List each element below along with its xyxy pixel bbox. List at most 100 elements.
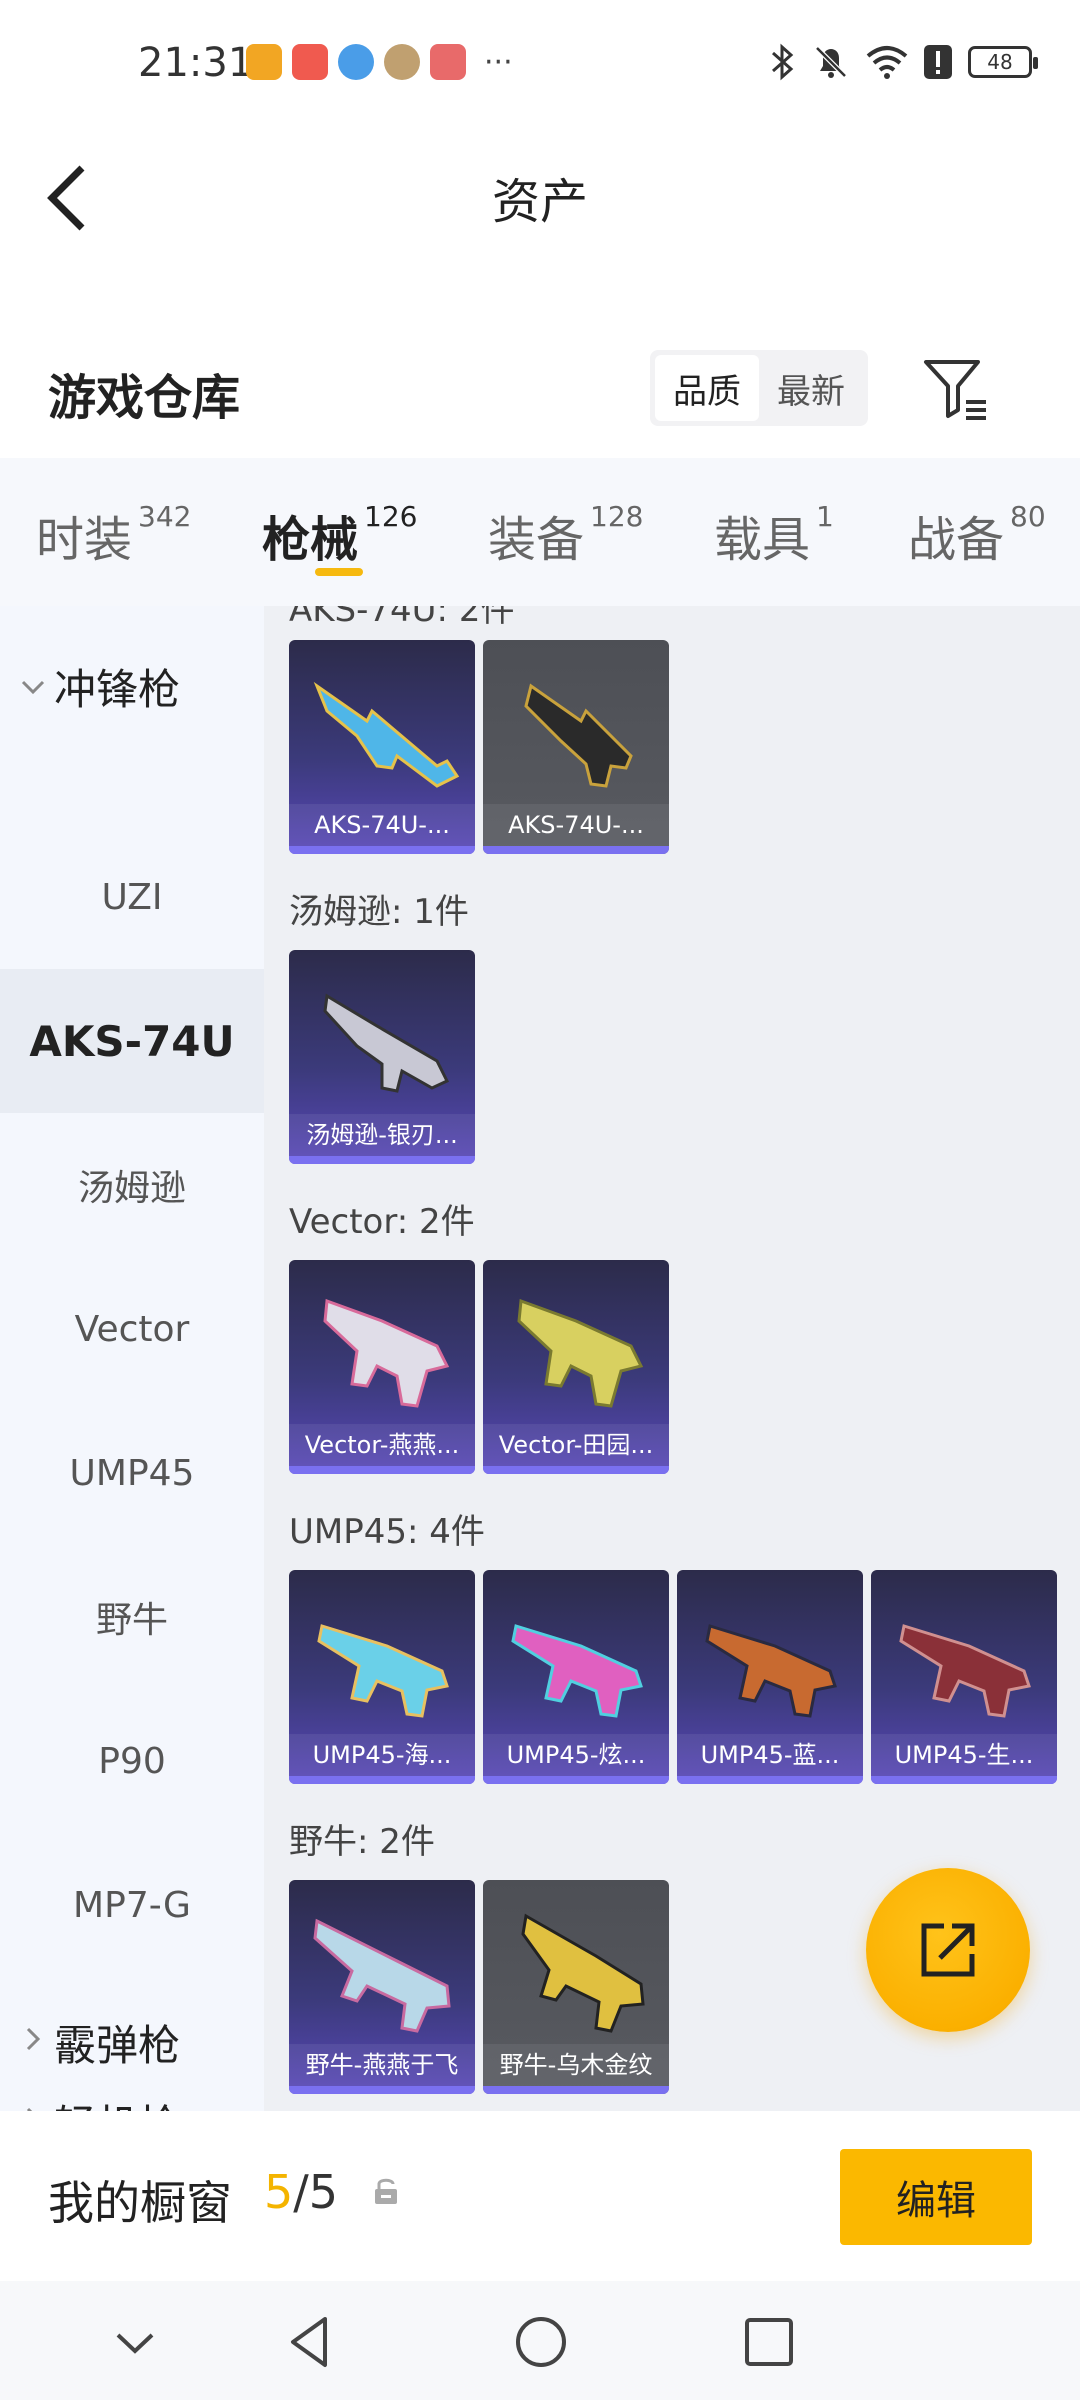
sidebar-group-smg[interactable]: 冲锋枪: [20, 656, 180, 717]
recents-square-icon[interactable]: [734, 2307, 804, 2377]
group-label-bizon: 野牛: 2件: [289, 1822, 435, 1862]
app-notification-icon: [246, 44, 282, 80]
skin-name: AKS-74U-...: [483, 804, 669, 846]
filter-icon[interactable]: [920, 354, 990, 424]
sort-by-quality-button[interactable]: 品质: [655, 355, 759, 421]
skin-card[interactable]: Vector-田园...: [483, 1260, 669, 1474]
skin-card[interactable]: 野牛-燕燕于飞: [289, 1880, 475, 2094]
skin-name: 野牛-燕燕于飞: [289, 2044, 475, 2086]
sidebar-item-thompson[interactable]: 汤姆逊: [0, 1113, 264, 1257]
sidebar-item-aks74u[interactable]: AKS-74U: [0, 969, 264, 1113]
tab-count: 126: [364, 500, 418, 533]
status-app-icons: ···: [246, 44, 513, 80]
rarity-bar: [289, 2086, 475, 2094]
skin-card[interactable]: Vector-燕燕...: [289, 1260, 475, 1474]
sidebar-item-bizon[interactable]: 野牛: [0, 1545, 264, 1689]
tab-count: 342: [138, 500, 192, 533]
sidebar-item-mp7g[interactable]: MP7-G: [0, 1833, 264, 1977]
weapon-image: [323, 993, 450, 1093]
rarity-bar: [871, 1776, 1057, 1784]
tab-fashion[interactable]: 时装 342: [36, 500, 191, 570]
tab-combat-gear[interactable]: 战备 80: [908, 500, 1046, 570]
weapon-image: [511, 1624, 643, 1718]
app-notification-icon: [292, 44, 328, 80]
share-edit-fab[interactable]: [866, 1868, 1030, 2032]
system-navigation-bar: [0, 2281, 1080, 2400]
tab-label: 时装: [36, 512, 133, 568]
rarity-bar: [483, 1776, 669, 1784]
lock-icon: [375, 2178, 397, 2204]
weapon-image: [317, 1624, 449, 1718]
sidebar-item-uzi[interactable]: UZI: [0, 825, 264, 969]
rarity-bar: [289, 1776, 475, 1784]
tab-equipment[interactable]: 装备 128: [488, 500, 643, 570]
app-notification-icon: [430, 44, 466, 80]
rarity-bar: [289, 1156, 475, 1164]
tab-count: 1: [816, 500, 834, 533]
showcase-total-count: /5: [293, 2165, 339, 2219]
weapon-image: [313, 681, 460, 788]
skin-name: Vector-田园...: [483, 1424, 669, 1466]
skin-name: UMP45-蓝...: [677, 1734, 863, 1776]
warehouse-header: 游戏仓库 品质 最新: [0, 330, 1080, 450]
sidebar-group-label: 霰弹枪: [54, 2021, 181, 2070]
rarity-bar: [483, 1466, 669, 1474]
edit-button[interactable]: 编辑: [840, 2149, 1032, 2245]
skin-card[interactable]: AKS-74U-...: [289, 640, 475, 854]
skin-card[interactable]: UMP45-炫...: [483, 1570, 669, 1784]
tab-vehicles[interactable]: 载具 1: [714, 500, 834, 570]
sidebar-item-vector[interactable]: Vector: [0, 1257, 264, 1401]
sidebar-item-ump45[interactable]: UMP45: [0, 1401, 264, 1545]
skin-name: UMP45-炫...: [483, 1734, 669, 1776]
sidebar-item-p90[interactable]: P90: [0, 1689, 264, 1833]
weapon-image: [313, 1918, 451, 2033]
sidebar-group-shotgun[interactable]: 霰弹枪: [20, 2012, 180, 2073]
weapon-type-sidebar: 冲锋枪 UZI AKS-74U 汤姆逊 Vector UMP45 野牛 P90 …: [0, 606, 264, 2111]
status-system-icons: 48: [770, 42, 1038, 82]
chevron-right-icon: [20, 2026, 46, 2059]
rarity-bar: [289, 1466, 475, 1474]
tab-label: 战备: [908, 512, 1005, 568]
bluetooth-icon: [772, 43, 794, 81]
tab-firearms[interactable]: 枪械 126: [262, 500, 417, 570]
showcase-title: 我的橱窗: [48, 2176, 232, 2230]
mute-bell-icon: [815, 46, 847, 78]
skin-name: 汤姆逊-银刃...: [289, 1114, 475, 1156]
group-label-vector: Vector: 2件: [289, 1202, 475, 1242]
rarity-bar: [289, 846, 475, 854]
showcase-count: 5/5: [264, 2165, 338, 2219]
group-label-thompson: 汤姆逊: 1件: [289, 892, 469, 932]
wifi-icon: [866, 46, 908, 79]
skin-card[interactable]: AKS-74U-...: [483, 640, 669, 854]
skin-card[interactable]: UMP45-生...: [871, 1570, 1057, 1784]
category-tabs: 时装 342 枪械 126 装备 128 载具 1 战备 80: [0, 458, 1080, 606]
app-notification-icon: [338, 44, 374, 80]
sidebar-group-label: 冲锋枪: [54, 665, 181, 714]
sort-by-newest-button[interactable]: 最新: [759, 355, 863, 421]
more-notifications-indicator: ···: [484, 44, 513, 80]
rarity-bar: [483, 846, 669, 854]
share-edit-icon: [921, 1923, 975, 1977]
weapon-image: [524, 683, 633, 788]
skin-card[interactable]: UMP45-蓝...: [677, 1570, 863, 1784]
sidebar-group-lmg[interactable]: 轻机枪: [20, 2092, 180, 2111]
status-time: 21:31: [138, 40, 254, 86]
skin-name: Vector-燕燕...: [289, 1424, 475, 1466]
home-circle-icon[interactable]: [506, 2307, 576, 2377]
tab-label: 枪械: [262, 512, 359, 568]
status-bar: 21:31 ··· 48: [0, 0, 1080, 130]
skin-card[interactable]: 汤姆逊-银刃...: [289, 950, 475, 1164]
alert-icon: [924, 45, 952, 79]
weapon-image: [705, 1624, 837, 1718]
tab-label: 载具: [714, 512, 811, 568]
tab-count: 128: [590, 500, 644, 533]
tab-label: 装备: [488, 512, 585, 568]
rarity-bar: [483, 2086, 669, 2094]
back-triangle-icon[interactable]: [275, 2307, 345, 2377]
skin-card[interactable]: 野牛-乌木金纹: [483, 1880, 669, 2094]
showcase-current-count: 5: [264, 2165, 294, 2219]
app-notification-icon: [384, 44, 420, 80]
collapse-chevron-icon[interactable]: [100, 2307, 170, 2377]
my-showcase-bar: 我的橱窗 5/5 编辑: [0, 2111, 1080, 2281]
skin-card[interactable]: UMP45-海...: [289, 1570, 475, 1784]
